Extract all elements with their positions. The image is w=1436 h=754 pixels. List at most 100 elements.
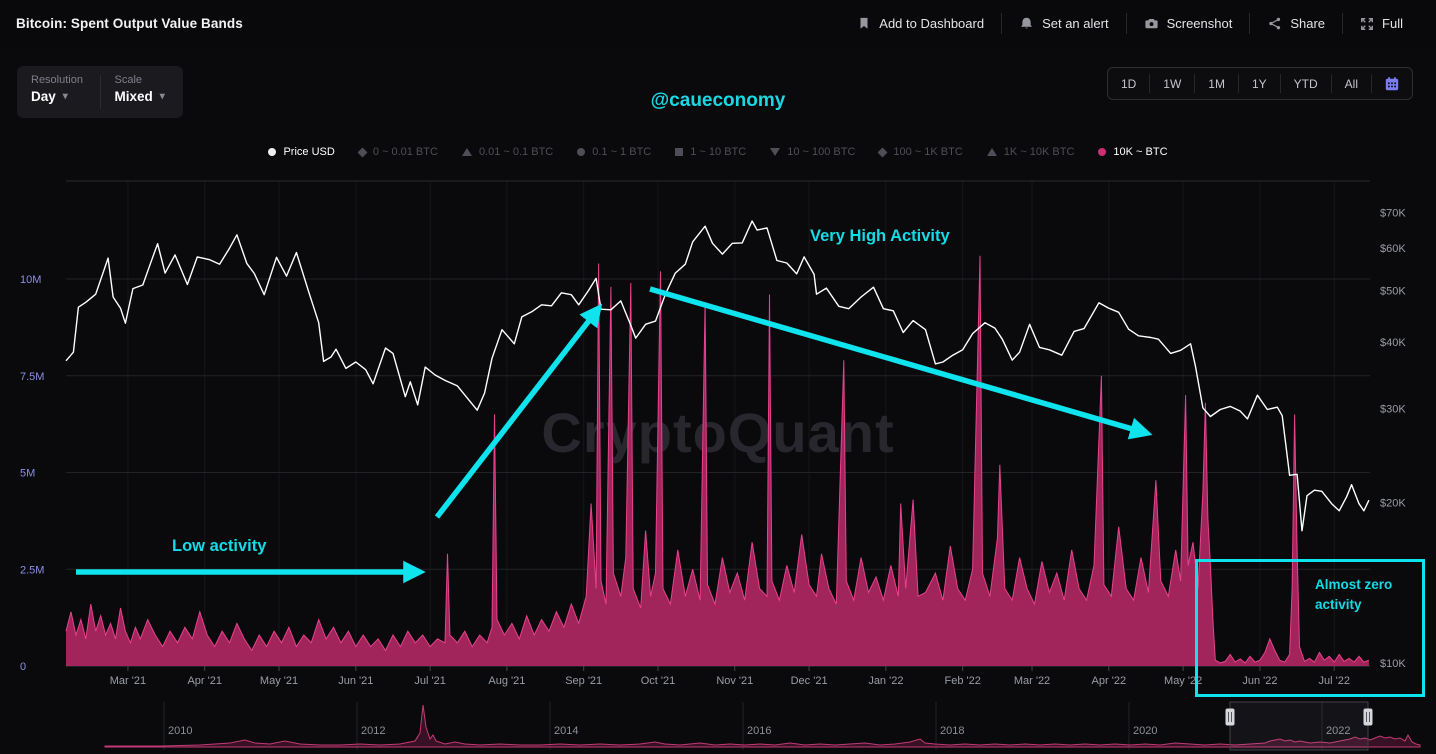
range-1w-button[interactable]: 1W <box>1150 68 1194 99</box>
range-ytd-button[interactable]: YTD <box>1281 68 1331 99</box>
range-1y-button[interactable]: 1Y <box>1239 68 1280 99</box>
bell-icon <box>1019 16 1034 31</box>
legend-label: 0.1 ~ 1 BTC <box>592 146 651 158</box>
legend-label: 1 ~ 10 BTC <box>690 146 746 158</box>
legend-marker <box>268 148 276 156</box>
camera-icon <box>1144 16 1159 31</box>
legend-marker <box>770 148 780 156</box>
legend-label: 10K ~ BTC <box>1113 146 1167 158</box>
right-axis-tick: $10K <box>1380 658 1406 670</box>
range-1m-button[interactable]: 1M <box>1195 68 1238 99</box>
left-axis-tick: 7.5M <box>20 371 44 383</box>
right-axis-tick: $60K <box>1380 243 1406 255</box>
legend-item-price-usd[interactable]: Price USD <box>268 146 334 158</box>
x-axis-tick: Aug '21 <box>488 675 525 687</box>
calendar-icon[interactable] <box>1372 68 1412 99</box>
navigator-selection[interactable] <box>1230 702 1368 750</box>
range-all-button[interactable]: All <box>1332 68 1371 99</box>
almost-zero-activity-box <box>1197 561 1424 696</box>
navigator-year-label: 2010 <box>168 725 192 737</box>
right-axis-tick: $40K <box>1380 337 1406 349</box>
legend-marker <box>577 148 585 156</box>
legend-marker <box>357 147 367 157</box>
legend-label: 100 ~ 1K BTC <box>893 146 962 158</box>
left-axis-tick: 0 <box>20 661 26 673</box>
main-chart: CryptoQuant02.5M5M7.5M10M$10K$20K$30K$40… <box>0 0 1436 754</box>
time-range-selector: 1D1W1M1YYTDAll <box>1107 67 1413 100</box>
navigator-handle-left[interactable] <box>1226 709 1235 726</box>
timeline-navigator[interactable]: 2010201220142016201820202022 <box>105 702 1420 750</box>
x-axis-tick: Mar '21 <box>110 675 146 687</box>
header-actions: Add to DashboardSet an alertScreenshotSh… <box>840 13 1420 34</box>
navigator-year-label: 2016 <box>747 725 771 737</box>
chart-controls: Resolution Day ▾ Scale Mixed ▾ <box>17 66 183 118</box>
legend-item-100-1k-btc[interactable]: 100 ~ 1K BTC <box>879 146 962 158</box>
x-axis-tick: May '21 <box>260 675 298 687</box>
scale-dropdown[interactable]: Scale Mixed ▾ <box>101 66 184 118</box>
x-axis-tick: Sep '21 <box>565 675 602 687</box>
x-axis-tick: Nov '21 <box>716 675 753 687</box>
right-axis-tick: $30K <box>1380 404 1406 416</box>
left-axis-tick: 2.5M <box>20 564 44 576</box>
chevron-down-icon: ▾ <box>63 91 68 102</box>
legend-marker <box>1098 148 1106 156</box>
chevron-down-icon: ▾ <box>160 91 165 102</box>
legend-item-0-1-1-btc[interactable]: 0.1 ~ 1 BTC <box>577 146 651 158</box>
x-axis-tick: Mar '22 <box>1014 675 1050 687</box>
full-button[interactable]: Full <box>1343 16 1420 31</box>
x-axis-tick: Jul '22 <box>1318 675 1349 687</box>
screenshot-button[interactable]: Screenshot <box>1127 16 1250 31</box>
legend-label: 0.01 ~ 0.1 BTC <box>479 146 553 158</box>
navigator-year-label: 2014 <box>554 725 578 737</box>
legend-item-0-0-01-btc[interactable]: 0 ~ 0.01 BTC <box>359 146 438 158</box>
right-axis-tick: $50K <box>1380 285 1406 297</box>
bookmark-icon <box>857 16 871 31</box>
left-axis-tick: 5M <box>20 468 35 480</box>
x-axis-tick: Dec '21 <box>791 675 828 687</box>
scale-label: Scale <box>115 74 184 86</box>
navigator-year-label: 2020 <box>1133 725 1157 737</box>
x-axis-tick: Jun '22 <box>1242 675 1277 687</box>
legend-item-1k-10k-btc[interactable]: 1K ~ 10K BTC <box>987 146 1075 158</box>
add-to-dashboard-button[interactable]: Add to Dashboard <box>840 16 1001 31</box>
resolution-value: Day <box>31 89 56 104</box>
share-button[interactable]: Share <box>1250 16 1342 31</box>
resolution-dropdown[interactable]: Resolution Day ▾ <box>17 66 100 118</box>
x-axis-tick: Jul '21 <box>414 675 445 687</box>
chart-legend: Price USD 0 ~ 0.01 BTC 0.01 ~ 0.1 BTC 0.1 ~… <box>0 146 1436 158</box>
expand-icon <box>1360 17 1374 31</box>
right-axis-tick: $20K <box>1380 498 1406 510</box>
scale-value: Mixed <box>115 89 153 104</box>
range-1d-button[interactable]: 1D <box>1108 68 1149 99</box>
set-an-alert-button[interactable]: Set an alert <box>1002 16 1126 31</box>
navigator-year-label: 2012 <box>361 725 385 737</box>
left-axis-tick: 10M <box>20 274 41 286</box>
page-title: Bitcoin: Spent Output Value Bands <box>16 16 243 31</box>
navigator-year-label: 2018 <box>940 725 964 737</box>
legend-marker <box>878 147 888 157</box>
cryptoquant-page: CryptoQuant02.5M5M7.5M10M$10K$20K$30K$40… <box>0 0 1436 754</box>
legend-item-10-100-btc[interactable]: 10 ~ 100 BTC <box>770 146 855 158</box>
navigator-handle-right[interactable] <box>1364 709 1373 726</box>
legend-label: 1K ~ 10K BTC <box>1004 146 1075 158</box>
legend-label: Price USD <box>283 146 334 158</box>
x-axis-tick: Apr '21 <box>187 675 222 687</box>
header: Bitcoin: Spent Output Value Bands Add to… <box>0 0 1436 47</box>
legend-item-1-10-btc[interactable]: 1 ~ 10 BTC <box>675 146 746 158</box>
legend-marker <box>987 148 997 156</box>
legend-label: 0 ~ 0.01 BTC <box>373 146 438 158</box>
legend-marker <box>462 148 472 156</box>
x-axis-tick: Feb '22 <box>944 675 980 687</box>
x-axis-tick: Jun '21 <box>338 675 373 687</box>
legend-item-10k-btc[interactable]: 10K ~ BTC <box>1098 146 1167 158</box>
legend-marker <box>675 148 683 156</box>
x-axis-tick: Oct '21 <box>641 675 676 687</box>
legend-label: 10 ~ 100 BTC <box>787 146 855 158</box>
share-icon <box>1267 16 1282 31</box>
x-axis-tick: Jan '22 <box>868 675 903 687</box>
social-handle: @caueconomy <box>651 90 786 112</box>
legend-item-0-01-0-1-btc[interactable]: 0.01 ~ 0.1 BTC <box>462 146 553 158</box>
right-axis-tick: $70K <box>1380 208 1406 220</box>
x-axis-tick: Apr '22 <box>1092 675 1127 687</box>
resolution-label: Resolution <box>31 74 100 86</box>
